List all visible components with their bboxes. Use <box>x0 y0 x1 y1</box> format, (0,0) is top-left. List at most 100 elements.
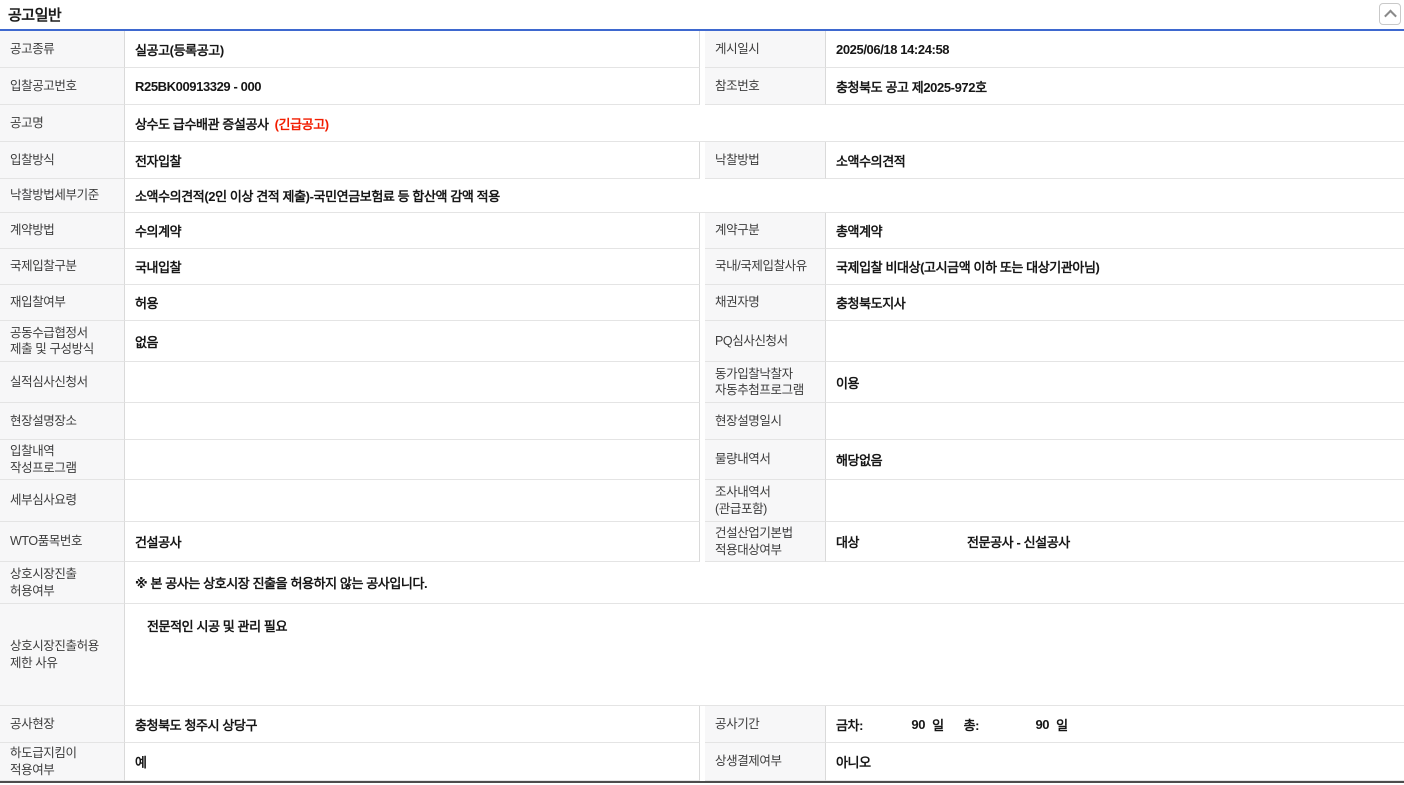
field-value-text: ※ 본 공사는 상호시장 진출을 허용하지 않는 공사입니다. <box>135 573 427 592</box>
field-label-text: 낙찰방법세부기준 <box>10 187 99 203</box>
table-row: 실적심사신청서 동가입찰낙찰자 자동추첨프로그램 이용 <box>0 362 1404 403</box>
field-value: 소액수의견적 <box>826 142 1404 179</box>
field-label: 공사기간 <box>705 706 826 743</box>
field-value: 건설공사 <box>125 522 700 562</box>
field-value <box>826 403 1404 440</box>
urgent-notice-badge: (긴급공고) <box>275 114 329 133</box>
field-value-text: 이용 <box>836 373 859 392</box>
table-row: 입찰공고번호R25BK00913329 - 000참조번호충청북도 공고 제20… <box>0 68 1404 105</box>
field-value-secondary: 전문공사 - 신설공사 <box>967 532 1070 551</box>
field-label-text: 입찰내역 작성프로그램 <box>10 443 77 476</box>
announcement-table: 공고종류 실공고(등록공고) 게시일시 2025/06/18 14:24:58 입찰공고… <box>0 29 1404 783</box>
field-label-text: 계약방법 <box>10 222 54 238</box>
field-value-text: 대상 <box>836 532 967 551</box>
field-label: 공고종류 <box>0 31 125 68</box>
field-value-text: R25BK00913329 - 000 <box>135 79 261 94</box>
field-value <box>125 403 700 440</box>
field-label: 조사내역서 (관급포함) <box>705 480 826 522</box>
field-value: 상수도 급수배관 증설공사 (긴급공고) <box>125 105 1404 142</box>
field-label-text: WTO품목번호 <box>10 533 82 549</box>
field-value: 국내입찰 <box>125 249 700 285</box>
field-value-text: 상수도 급수배관 증설공사 <box>135 114 269 133</box>
field-label: 현장설명일시 <box>705 403 826 440</box>
field-label: 입찰공고번호 <box>0 68 125 105</box>
field-label: 채권자명 <box>705 285 826 321</box>
field-label: 현장설명장소 <box>0 403 125 440</box>
field-value-text: 아니오 <box>836 752 871 771</box>
table-row: WTO품목번호 건설공사 건설산업기본법 적용대상여부 대상전문공사 - 신설공사 <box>0 522 1404 562</box>
field-label: 세부심사요령 <box>0 480 125 522</box>
field-label: 국내/국제입찰사유 <box>705 249 826 285</box>
announcement-general-panel: 공고일반 공고종류 실공고(등록공고) 게시일시 2025/06/18 14:24:5… <box>0 0 1404 783</box>
page-title: 공고일반 <box>8 4 61 25</box>
field-value: 아니오 <box>826 743 1404 781</box>
field-label: 실적심사신청서 <box>0 362 125 403</box>
field-label-text: 상호시장진출 허용여부 <box>10 566 77 599</box>
period-total-label: 총: <box>964 715 980 734</box>
table-row: 공고종류 실공고(등록공고) 게시일시 2025/06/18 14:24:58 <box>0 31 1404 68</box>
field-value-text: 없음 <box>135 332 158 351</box>
table-row: 재입찰여부 허용 채권자명 충청북도지사 <box>0 285 1404 321</box>
field-value-text: 해당없음 <box>836 450 882 469</box>
field-value: 이용 <box>826 362 1404 403</box>
field-value-text: 전자입찰 <box>135 151 181 170</box>
table-row: 공사현장충청북도 청주시 상당구공사기간금차:90일총:90일 <box>0 706 1404 743</box>
panel-header: 공고일반 <box>0 0 1404 29</box>
field-value: 소액수의견적(2인 이상 견적 제출)-국민연금보험료 등 합산액 감액 적용 <box>125 179 1404 213</box>
field-value: 총액계약 <box>826 213 1404 249</box>
field-value-text: 소액수의견적 <box>836 151 905 170</box>
field-label-text: 공사현장 <box>10 716 54 732</box>
field-value-text: 건설공사 <box>135 532 181 551</box>
field-value: 허용 <box>125 285 700 321</box>
field-value: 충청북도 청주시 상당구 <box>125 706 700 743</box>
field-label-text: 국제입찰구분 <box>10 258 77 274</box>
field-value-text: 소액수의견적(2인 이상 견적 제출)-국민연금보험료 등 합산액 감액 적용 <box>135 186 500 205</box>
field-value-text: 2025/06/18 14:24:58 <box>836 42 949 57</box>
field-label: 공고명 <box>0 105 125 142</box>
field-label: 국제입찰구분 <box>0 249 125 285</box>
chevron-up-icon <box>1384 9 1397 22</box>
field-value: 전자입찰 <box>125 142 700 179</box>
field-value-text: 충청북도지사 <box>836 293 905 312</box>
field-value-text: 실공고(등록공고) <box>135 40 224 59</box>
field-label: 재입찰여부 <box>0 285 125 321</box>
field-value-text: 총액계약 <box>836 221 882 240</box>
field-value: 예 <box>125 743 700 781</box>
field-value-text: 국내입찰 <box>135 257 181 276</box>
field-label-text: 건설산업기본법 적용대상여부 <box>715 525 793 558</box>
field-label-text: 계약구분 <box>715 222 759 238</box>
field-label-text: PQ심사신청서 <box>715 333 788 349</box>
field-label-text: 국내/국제입찰사유 <box>715 258 807 274</box>
field-value <box>826 321 1404 362</box>
field-label-text: 상생결제여부 <box>715 753 782 769</box>
field-value <box>125 440 700 480</box>
field-value: 대상전문공사 - 신설공사 <box>826 522 1404 562</box>
field-value-text: 허용 <box>135 293 158 312</box>
field-label: 공동수급협정서 제출 및 구성방식 <box>0 321 125 362</box>
period-current-days: 90 <box>863 717 925 732</box>
field-label: PQ심사신청서 <box>705 321 826 362</box>
field-label: 계약방법 <box>0 213 125 249</box>
field-label: 상생결제여부 <box>705 743 826 781</box>
field-label-text: 상호시장진출허용 제한 사유 <box>10 638 99 671</box>
field-label-text: 낙찰방법 <box>715 152 759 168</box>
field-label-text: 공동수급협정서 제출 및 구성방식 <box>10 325 94 358</box>
field-label: 상호시장진출 허용여부 <box>0 562 125 604</box>
field-label-text: 채권자명 <box>715 294 759 310</box>
field-label-text: 공고명 <box>10 115 43 131</box>
field-label: 계약구분 <box>705 213 826 249</box>
field-value: 충청북도지사 <box>826 285 1404 321</box>
field-value: 해당없음 <box>826 440 1404 480</box>
collapse-button[interactable] <box>1379 3 1401 25</box>
period-current-label: 금차: <box>836 715 863 734</box>
field-value: 국제입찰 비대상(고시금액 이하 또는 대상기관아님) <box>826 249 1404 285</box>
table-row: 현장설명장소 현장설명일시 <box>0 403 1404 440</box>
table-row: 국제입찰구분 국내입찰 국내/국제입찰사유 국제입찰 비대상(고시금액 이하 또는 대… <box>0 249 1404 285</box>
field-value: R25BK00913329 - 000 <box>125 68 700 105</box>
period-current-unit: 일 <box>932 715 944 734</box>
field-label: 게시일시 <box>705 31 826 68</box>
field-value: 없음 <box>125 321 700 362</box>
field-value <box>125 362 700 403</box>
field-label-text: 동가입찰낙찰자 자동추첨프로그램 <box>715 366 804 399</box>
field-label: 낙찰방법세부기준 <box>0 179 125 213</box>
